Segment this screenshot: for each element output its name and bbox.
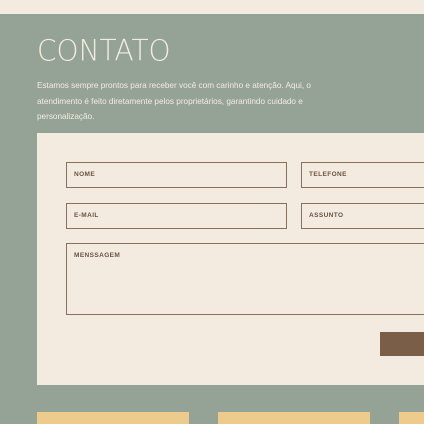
message-field[interactable]: MENSSAGEM xyxy=(66,243,424,315)
email-field-label: E-MAIL xyxy=(74,212,99,219)
top-strip xyxy=(0,0,424,14)
feature-card-1 xyxy=(37,412,189,424)
feature-card-3 xyxy=(399,412,424,424)
subject-field-label: ASSUNTO xyxy=(309,212,344,219)
name-field[interactable]: NOME xyxy=(66,162,287,188)
subject-field[interactable]: ASSUNTO xyxy=(301,203,424,229)
email-field[interactable]: E-MAIL xyxy=(66,203,287,229)
message-field-label: MENSSAGEM xyxy=(74,252,121,259)
section-intro: Estamos sempre prontos para receber você… xyxy=(37,81,311,121)
section-title: CONTATO xyxy=(37,33,171,68)
name-field-label: NOME xyxy=(74,171,96,178)
phone-field[interactable]: TELEFONE xyxy=(301,162,424,188)
phone-field-label: TELEFONE xyxy=(309,171,347,178)
submit-button[interactable] xyxy=(380,332,424,356)
feature-card-2 xyxy=(218,412,370,424)
